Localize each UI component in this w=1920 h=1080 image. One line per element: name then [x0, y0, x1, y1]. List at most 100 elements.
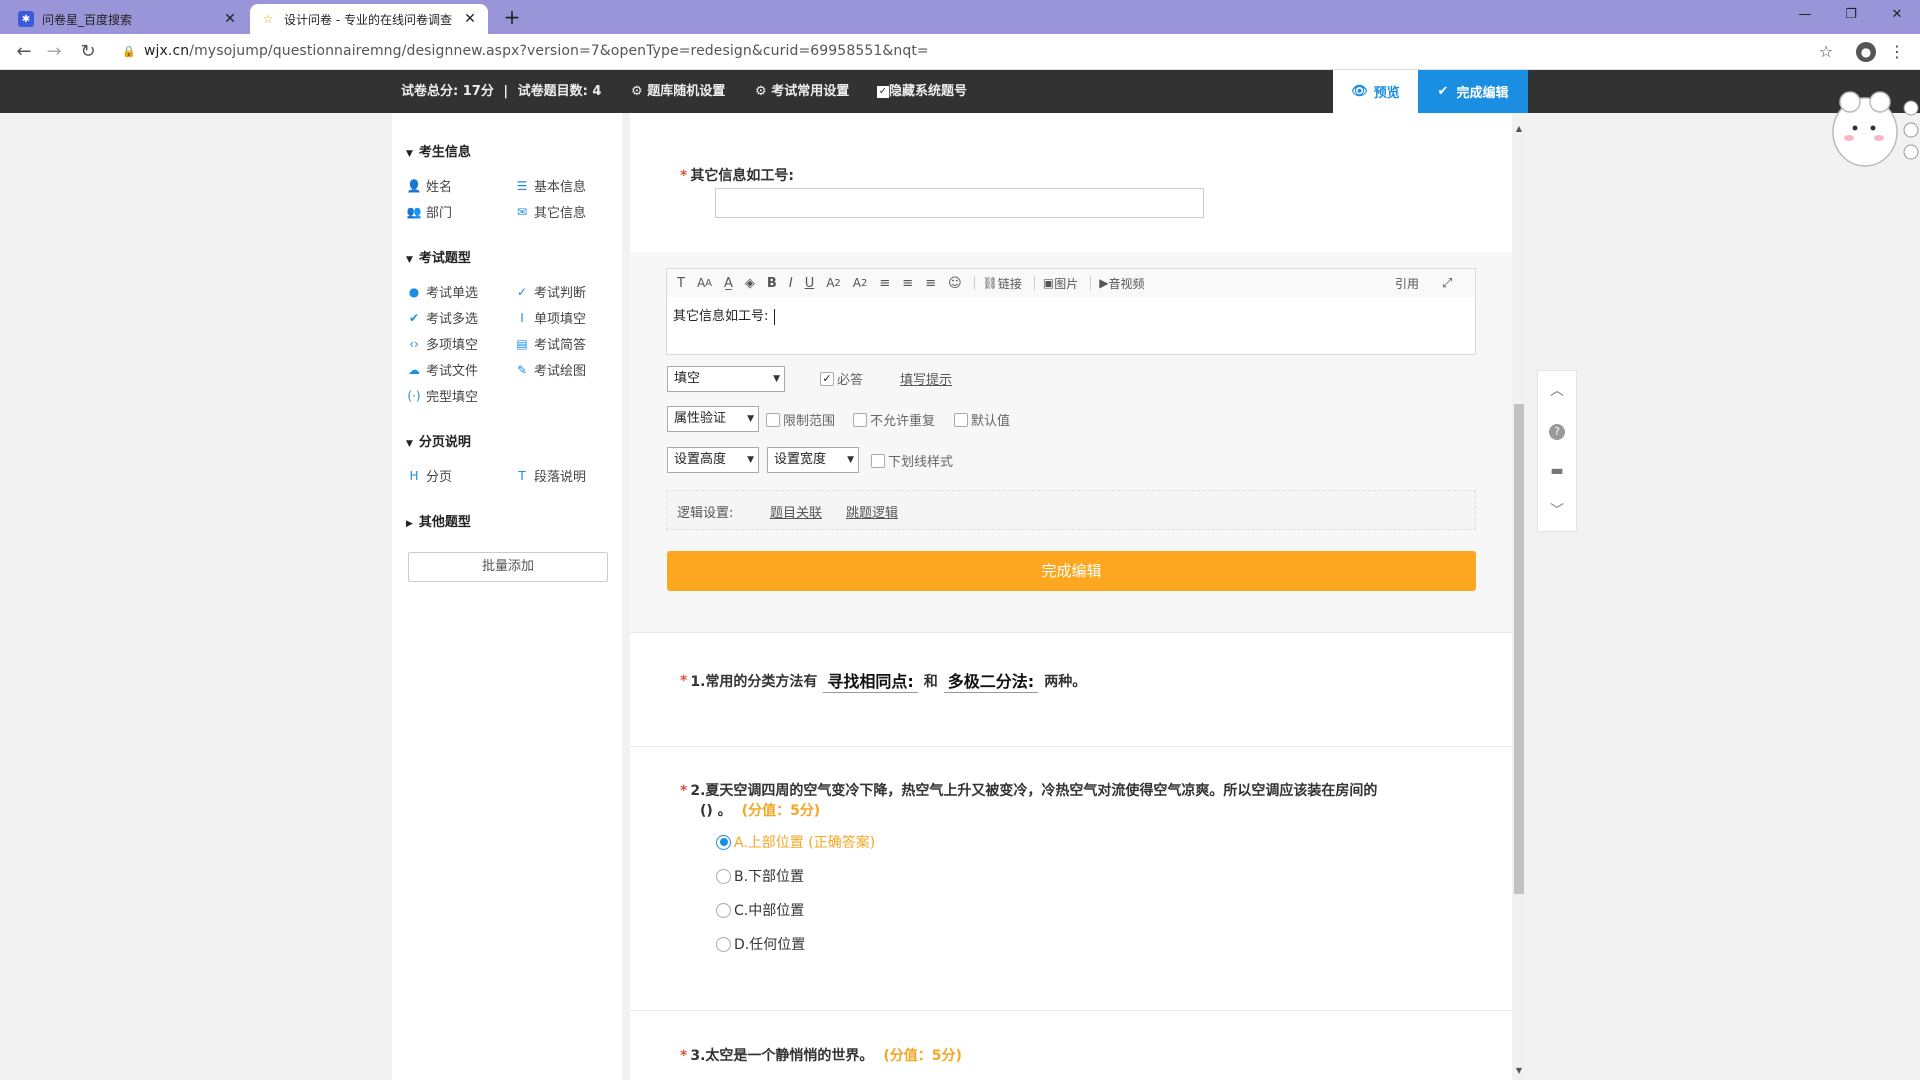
sidebar-item-single-blank[interactable]: I 单项填空	[514, 308, 586, 328]
fullscreen-icon[interactable]: ⤢	[1442, 276, 1452, 291]
section-page-notes[interactable]: ▼ 分页说明	[406, 431, 471, 450]
back-arrow-icon[interactable]: ←	[12, 40, 36, 64]
tab-baidu-search[interactable]: ✱ 问卷星_百度搜索 ✕	[8, 4, 248, 34]
scroll-up-arrow-icon[interactable]: ▲	[1512, 124, 1526, 136]
no-repeat-checkbox[interactable]: 不允许重复	[853, 410, 935, 429]
default-value-checkbox[interactable]: 默认值	[954, 410, 1010, 429]
underline-style-checkbox[interactable]: 下划线样式	[871, 451, 953, 470]
question-text-editor[interactable]: 其它信息如工号:	[666, 297, 1476, 355]
font-color-icon[interactable]: A̲	[724, 276, 733, 291]
font-size-icon[interactable]: AA	[697, 276, 712, 290]
height-select[interactable]: 设置高度 ▼	[667, 447, 759, 473]
checkbox-icon[interactable]	[766, 412, 780, 427]
align-right-icon[interactable]: ≡	[925, 276, 936, 291]
underline-icon[interactable]: U	[805, 276, 815, 291]
section-other-types[interactable]: ▶ 其他题型	[406, 511, 471, 530]
checkbox-icon[interactable]	[954, 412, 968, 427]
chevron-down-icon[interactable]: ﹀	[1538, 491, 1576, 531]
radio-icon[interactable]	[716, 868, 731, 884]
width-select[interactable]: 设置宽度 ▼	[767, 447, 859, 473]
help-icon[interactable]: ?	[1538, 411, 1576, 451]
feedback-icon[interactable]: ▬	[1538, 451, 1576, 491]
media-button[interactable]: ▶ 音视频	[1099, 275, 1144, 292]
question-2[interactable]: * 2.夏天空调四周的空气变冷下降，热空气上升又被变冷，冷热空气对流使得空气凉爽。…	[680, 781, 1440, 821]
exam-setting-button[interactable]: ⚙ 考试常用设置	[755, 70, 849, 113]
option-label: C.中部位置	[734, 903, 805, 919]
sidebar-item-multi-choice[interactable]: ✔ 考试多选	[406, 308, 478, 328]
align-left-icon[interactable]: ≡	[879, 276, 890, 291]
highlight-icon[interactable]: ◈	[745, 276, 755, 291]
option-b[interactable]: B.下部位置	[716, 866, 804, 886]
jump-logic-link[interactable]: 跳题逻辑	[846, 502, 898, 521]
minimize-button[interactable]: —	[1782, 0, 1828, 30]
close-icon[interactable]: ✕	[462, 11, 478, 27]
scrollbar-thumb[interactable]	[1514, 404, 1524, 894]
tab-design-survey[interactable]: ☆ 设计问卷 - 专业的在线问卷调查 ✕	[250, 4, 488, 34]
sidebar-item-multi-blank[interactable]: ‹› 多项填空	[406, 334, 478, 354]
required-checkbox[interactable]: ✓ 必答	[820, 369, 863, 388]
close-icon[interactable]: ✕	[222, 11, 238, 27]
subscript-icon[interactable]: A2	[826, 276, 841, 290]
checkbox-checked-icon[interactable]: ✓	[820, 371, 834, 386]
superscript-icon[interactable]: A2	[853, 276, 868, 290]
align-center-icon[interactable]: ≡	[902, 276, 913, 291]
sidebar-item-short-answer[interactable]: ▤ 考试简答	[514, 334, 586, 354]
fill-hint-link[interactable]: 填写提示	[900, 369, 952, 388]
sidebar-item-paragraph[interactable]: T 段落说明	[514, 466, 586, 486]
preview-button[interactable]: 👁 预览	[1333, 70, 1418, 113]
checkbox-icon[interactable]	[853, 412, 867, 427]
scroll-down-arrow-icon[interactable]: ▼	[1512, 1066, 1526, 1078]
validation-select[interactable]: 属性验证 ▼	[667, 406, 759, 432]
sidebar-item-page-break[interactable]: H 分页	[406, 466, 452, 486]
hide-numbers-toggle[interactable]: ✓ 隐藏系统题号	[877, 70, 967, 113]
quote-button[interactable]: 引用	[1395, 275, 1419, 292]
radio-selected-icon[interactable]	[716, 834, 731, 850]
text-format-icon[interactable]: T	[677, 276, 685, 291]
limit-range-checkbox[interactable]: 限制范围	[766, 410, 835, 429]
italic-icon[interactable]: I	[789, 276, 793, 291]
sidebar-item-basic-info[interactable]: ☰ 基本信息	[514, 176, 586, 196]
profile-avatar-icon[interactable]: ●	[1856, 42, 1876, 62]
option-d[interactable]: D.任何位置	[716, 934, 805, 954]
answer-input-preview[interactable]	[715, 188, 1204, 218]
checkbox-checked-icon[interactable]: ✓	[877, 85, 889, 98]
finish-edit-button[interactable]: ✔ 完成编辑	[1418, 70, 1528, 113]
url-field[interactable]: wjx.cn/mysojump/questionnairemng/designn…	[144, 43, 929, 59]
section-exam-types[interactable]: ▼ 考试题型	[406, 247, 471, 266]
reload-icon[interactable]: ↻	[76, 40, 100, 64]
forward-arrow-icon[interactable]: →	[42, 40, 66, 64]
question-1[interactable]: * 1.常用的分类方法有 寻找相同点: 和 多极二分法: 两种。	[680, 668, 1086, 693]
section-candidate-info[interactable]: ▼ 考生信息	[406, 141, 471, 160]
menu-kebab-icon[interactable]: ⋮	[1886, 41, 1908, 63]
sidebar-item-other-info[interactable]: ✉ 其它信息	[514, 202, 586, 222]
option-a[interactable]: A.上部位置 (正确答案)	[716, 832, 875, 852]
close-window-button[interactable]: ✕	[1874, 0, 1920, 30]
editing-question-title[interactable]: * 其它信息如工号:	[680, 165, 794, 185]
sidebar-item-cloze[interactable]: (·) 完型填空	[406, 386, 478, 406]
question-3[interactable]: * 3.太空是一个静悄悄的世界。 (分值：5分)	[680, 1045, 962, 1065]
bookmark-star-icon[interactable]: ☆	[1815, 41, 1837, 63]
radio-icon[interactable]	[716, 902, 731, 918]
option-c[interactable]: C.中部位置	[716, 900, 804, 920]
finish-question-button[interactable]: 完成编辑	[667, 551, 1476, 591]
link-button[interactable]: ⛓ 链接	[983, 275, 1022, 292]
question-type-select[interactable]: 填空 ▼	[667, 366, 785, 392]
chevron-up-icon[interactable]: ︿	[1538, 371, 1576, 411]
sidebar-item-single-choice[interactable]: ● 考试单选	[406, 282, 478, 302]
sidebar-item-name[interactable]: 👤 姓名	[406, 176, 453, 196]
checkbox-icon[interactable]	[871, 453, 885, 468]
sidebar-item-true-false[interactable]: ✓ 考试判断	[514, 282, 586, 302]
image-button[interactable]: ▣ 图片	[1043, 275, 1078, 292]
bold-icon[interactable]: B	[767, 276, 777, 291]
sidebar-item-exam-file[interactable]: ☁ 考试文件	[406, 360, 478, 380]
radio-icon[interactable]	[716, 936, 731, 952]
new-tab-button[interactable]: +	[500, 5, 524, 29]
random-setting-button[interactable]: ⚙ 题库随机设置	[631, 70, 725, 113]
question-association-link[interactable]: 题目关联	[770, 502, 822, 521]
sidebar-item-drawing[interactable]: ✎ 考试绘图	[514, 360, 586, 380]
lock-icon[interactable]: 🔒	[122, 45, 136, 58]
restore-button[interactable]: ❐	[1828, 0, 1874, 30]
sidebar-item-department[interactable]: 👥 部门	[406, 202, 453, 222]
emoji-icon[interactable]: ☺	[948, 276, 962, 291]
batch-add-button[interactable]: 批量添加	[408, 552, 608, 582]
